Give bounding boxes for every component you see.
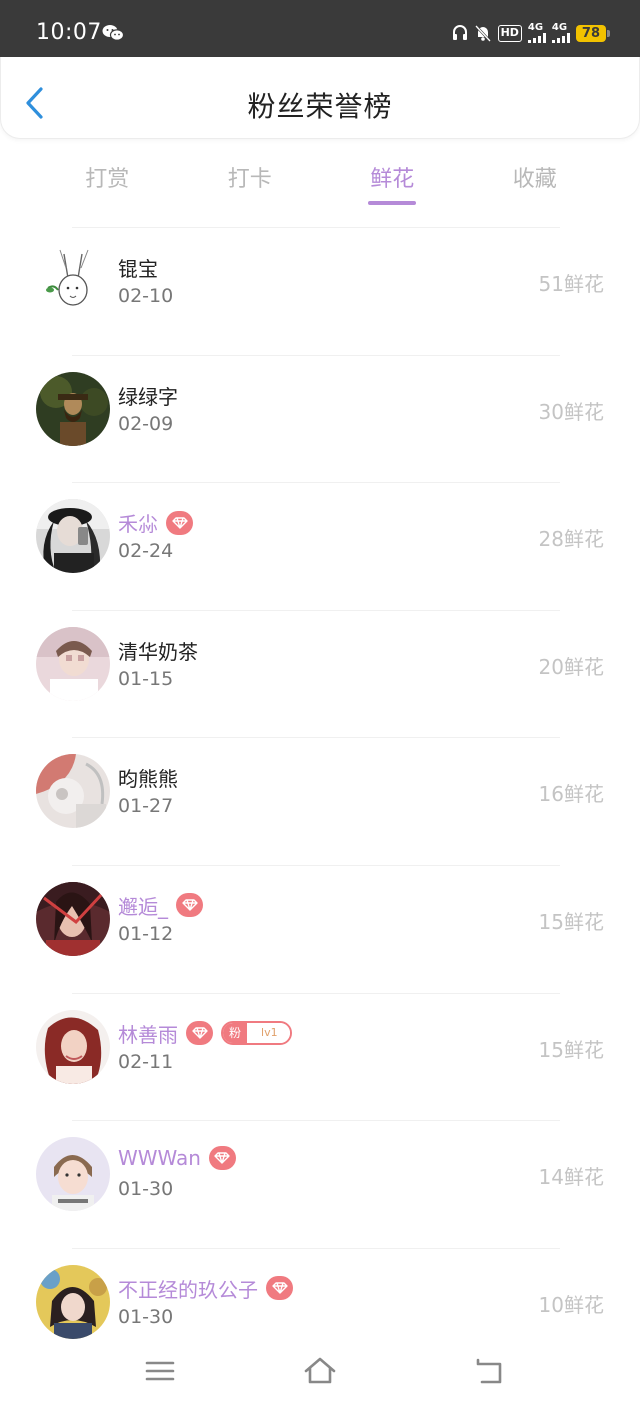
diamond-badge-icon bbox=[208, 1146, 236, 1171]
tab-checkin[interactable]: 打卡 bbox=[179, 155, 322, 215]
system-nav-bar bbox=[0, 1340, 640, 1408]
avatar[interactable] bbox=[36, 1137, 110, 1212]
signal-2: 4G bbox=[551, 22, 570, 43]
fan-level-badge: 粉 lv1 bbox=[221, 1021, 292, 1046]
avatar[interactable] bbox=[36, 499, 110, 574]
flower-count: 28鲜花 bbox=[538, 527, 604, 552]
status-bar: 10:07 HD 4G 4G 78 bbox=[0, 0, 640, 57]
fan-badge-label: 粉 bbox=[223, 1023, 248, 1044]
menu-icon bbox=[145, 1361, 175, 1381]
user-name[interactable]: 林善雨 bbox=[118, 1019, 178, 1048]
date: 01-12 bbox=[118, 922, 174, 945]
back-nav-button[interactable] bbox=[472, 1354, 506, 1388]
user-name[interactable]: 清华奶茶 bbox=[118, 636, 198, 665]
wechat-icon bbox=[102, 24, 125, 42]
tab-reward[interactable]: 打赏 bbox=[36, 155, 179, 215]
user-name[interactable]: 邂逅_ bbox=[118, 891, 168, 920]
list-item[interactable]: 昀熊熊 01-27 16鲜花 bbox=[0, 737, 640, 865]
user-name[interactable]: 绿绿字 bbox=[118, 381, 178, 410]
diamond-badge-icon bbox=[176, 893, 203, 918]
avatar[interactable] bbox=[36, 1264, 110, 1339]
battery-indicator: 78 bbox=[575, 24, 611, 42]
back-icon bbox=[476, 1358, 502, 1384]
avatar[interactable] bbox=[36, 626, 110, 701]
fan-ranking-list: 锟宝 02-10 51鲜花 绿绿字 02-09 30鲜花 禾尛 02-24 28… bbox=[0, 227, 640, 1375]
network-label-2: 4G bbox=[551, 22, 568, 33]
flower-count: 30鲜花 bbox=[538, 399, 604, 424]
network-label-1: 4G bbox=[527, 22, 544, 33]
headphones-icon bbox=[452, 24, 468, 42]
flower-count: 20鲜花 bbox=[538, 654, 604, 679]
avatar[interactable] bbox=[36, 244, 110, 318]
date: 02-24 bbox=[118, 540, 174, 563]
flower-count: 15鲜花 bbox=[538, 909, 604, 934]
user-name[interactable]: 锟宝 bbox=[118, 253, 158, 282]
user-name[interactable]: 昀熊熊 bbox=[118, 763, 178, 792]
diamond-badge-icon bbox=[266, 1276, 293, 1301]
avatar[interactable] bbox=[36, 754, 110, 829]
menu-button[interactable] bbox=[143, 1354, 177, 1388]
header-bar: 粉丝荣誉榜 bbox=[0, 57, 640, 139]
date: 02-09 bbox=[118, 412, 174, 435]
date: 02-10 bbox=[118, 285, 174, 307]
user-name[interactable]: 禾尛 bbox=[118, 508, 158, 537]
list-item[interactable]: WWWan 01-30 14鲜花 bbox=[0, 1120, 640, 1248]
flower-count: 51鲜花 bbox=[538, 272, 604, 296]
date: 01-30 bbox=[118, 1178, 174, 1201]
signal-bars-icon bbox=[527, 33, 546, 43]
signal-bars-icon bbox=[551, 33, 570, 43]
list-item[interactable]: 禾尛 02-24 28鲜花 bbox=[0, 482, 640, 610]
list-item[interactable]: 锟宝 02-10 51鲜花 bbox=[0, 227, 640, 355]
date: 01-15 bbox=[118, 667, 174, 690]
date: 02-11 bbox=[118, 1050, 174, 1073]
avatar[interactable] bbox=[36, 1009, 110, 1084]
flower-count: 16鲜花 bbox=[538, 782, 604, 807]
fan-badge-level: lv1 bbox=[247, 1023, 290, 1044]
home-button[interactable] bbox=[303, 1354, 337, 1388]
tab-flowers[interactable]: 鲜花 bbox=[321, 155, 464, 215]
date: 01-30 bbox=[118, 1305, 174, 1328]
flower-count: 14鲜花 bbox=[538, 1165, 604, 1190]
list-item[interactable]: 清华奶茶 01-15 20鲜花 bbox=[0, 609, 640, 738]
mute-bell-icon bbox=[474, 24, 492, 42]
date: 01-27 bbox=[118, 795, 174, 818]
flower-count: 15鲜花 bbox=[538, 1037, 604, 1062]
avatar[interactable] bbox=[36, 371, 110, 446]
diamond-badge-icon bbox=[186, 1021, 213, 1046]
status-time: 10:07 bbox=[36, 20, 102, 45]
hd-badge: HD bbox=[497, 24, 522, 42]
page-title: 粉丝荣誉榜 bbox=[247, 90, 393, 123]
list-item[interactable]: 绿绿字 02-09 30鲜花 bbox=[0, 354, 640, 483]
home-icon bbox=[304, 1357, 336, 1384]
flower-count: 10鲜花 bbox=[538, 1292, 604, 1317]
user-name[interactable]: WWWan bbox=[118, 1146, 201, 1170]
list-item[interactable]: 林善雨 粉 lv1 02-11 15鲜花 bbox=[0, 992, 640, 1121]
list-item[interactable]: 邂逅_ 01-12 15鲜花 bbox=[0, 864, 640, 993]
tab-collect[interactable]: 收藏 bbox=[464, 155, 607, 215]
user-name[interactable]: 不正经的玖公子 bbox=[118, 1274, 258, 1303]
avatar[interactable] bbox=[36, 881, 110, 956]
tab-bar: 打赏 打卡 鲜花 收藏 bbox=[36, 155, 606, 215]
signal-1: 4G bbox=[527, 22, 546, 43]
diamond-badge-icon bbox=[166, 510, 193, 535]
